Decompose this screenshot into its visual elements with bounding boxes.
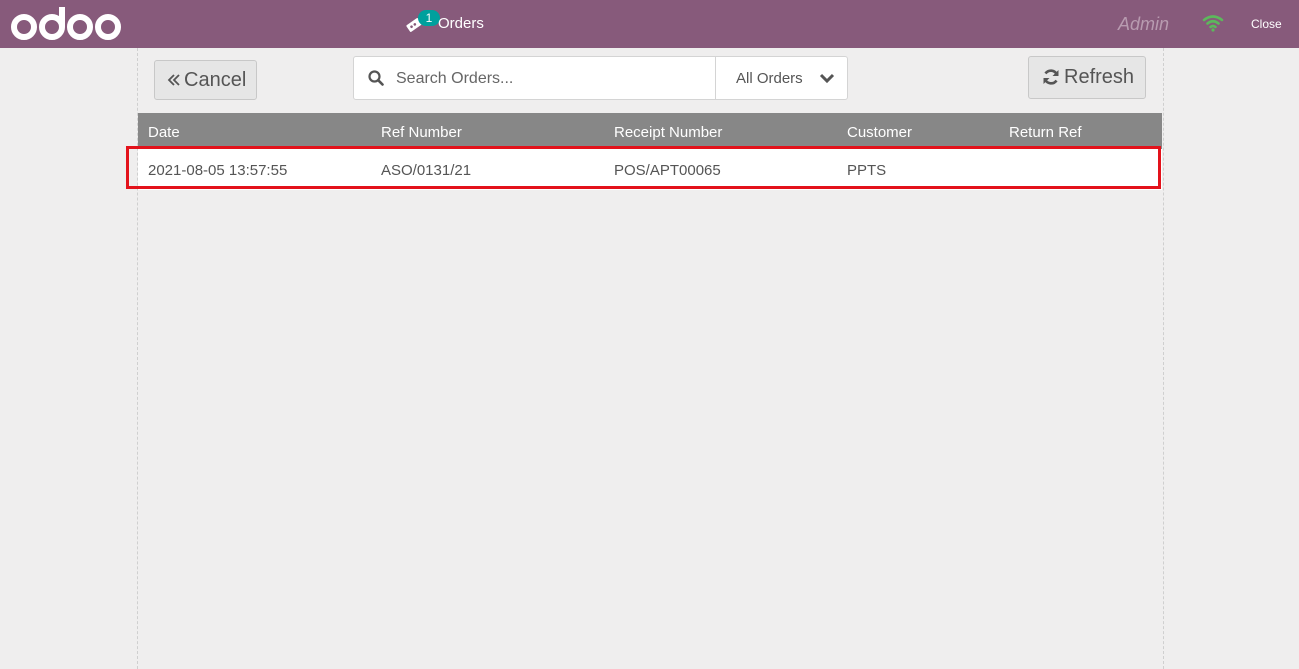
- search-icon: [368, 70, 384, 86]
- refresh-label: Refresh: [1064, 66, 1135, 88]
- user-name[interactable]: Admin: [1118, 14, 1169, 35]
- filter-selected-value: All Orders: [736, 70, 803, 87]
- search-input[interactable]: [394, 65, 708, 93]
- orders-count-badge: 1: [418, 10, 440, 26]
- wifi-icon: [1202, 15, 1224, 32]
- refresh-button[interactable]: Refresh: [1028, 56, 1146, 99]
- double-chevron-left-icon: [167, 74, 180, 86]
- cancel-button[interactable]: Cancel: [154, 60, 257, 100]
- search-bar: All Orders: [353, 56, 848, 100]
- cell-customer: PPTS: [847, 162, 887, 179]
- order-filter-select[interactable]: All Orders: [715, 57, 848, 99]
- column-header-customer: Customer: [847, 124, 913, 141]
- column-header-date: Date: [148, 124, 180, 141]
- cell-ref-number: ASO/0131/21: [381, 162, 472, 179]
- chevron-down-icon: [819, 73, 835, 84]
- orders-tab-label: Orders: [438, 15, 484, 32]
- cell-receipt-number: POS/APT00065: [614, 162, 721, 179]
- orders-table-header: Date Ref Number Receipt Number Customer …: [138, 113, 1162, 149]
- refresh-icon: [1043, 69, 1059, 85]
- table-row[interactable]: 2021-08-05 13:57:55 ASO/0131/21 POS/APT0…: [138, 149, 1162, 190]
- cell-date: 2021-08-05 13:57:55: [148, 162, 288, 179]
- top-bar: 1 Orders Admin Close: [0, 0, 1299, 48]
- column-header-receipt-number: Receipt Number: [614, 124, 723, 141]
- close-button[interactable]: Close: [1251, 17, 1282, 31]
- column-header-ref-number: Ref Number: [381, 124, 462, 141]
- odoo-logo-icon: [11, 7, 121, 40]
- column-header-return-ref: Return Ref: [1009, 124, 1082, 141]
- cancel-label: Cancel: [184, 69, 247, 91]
